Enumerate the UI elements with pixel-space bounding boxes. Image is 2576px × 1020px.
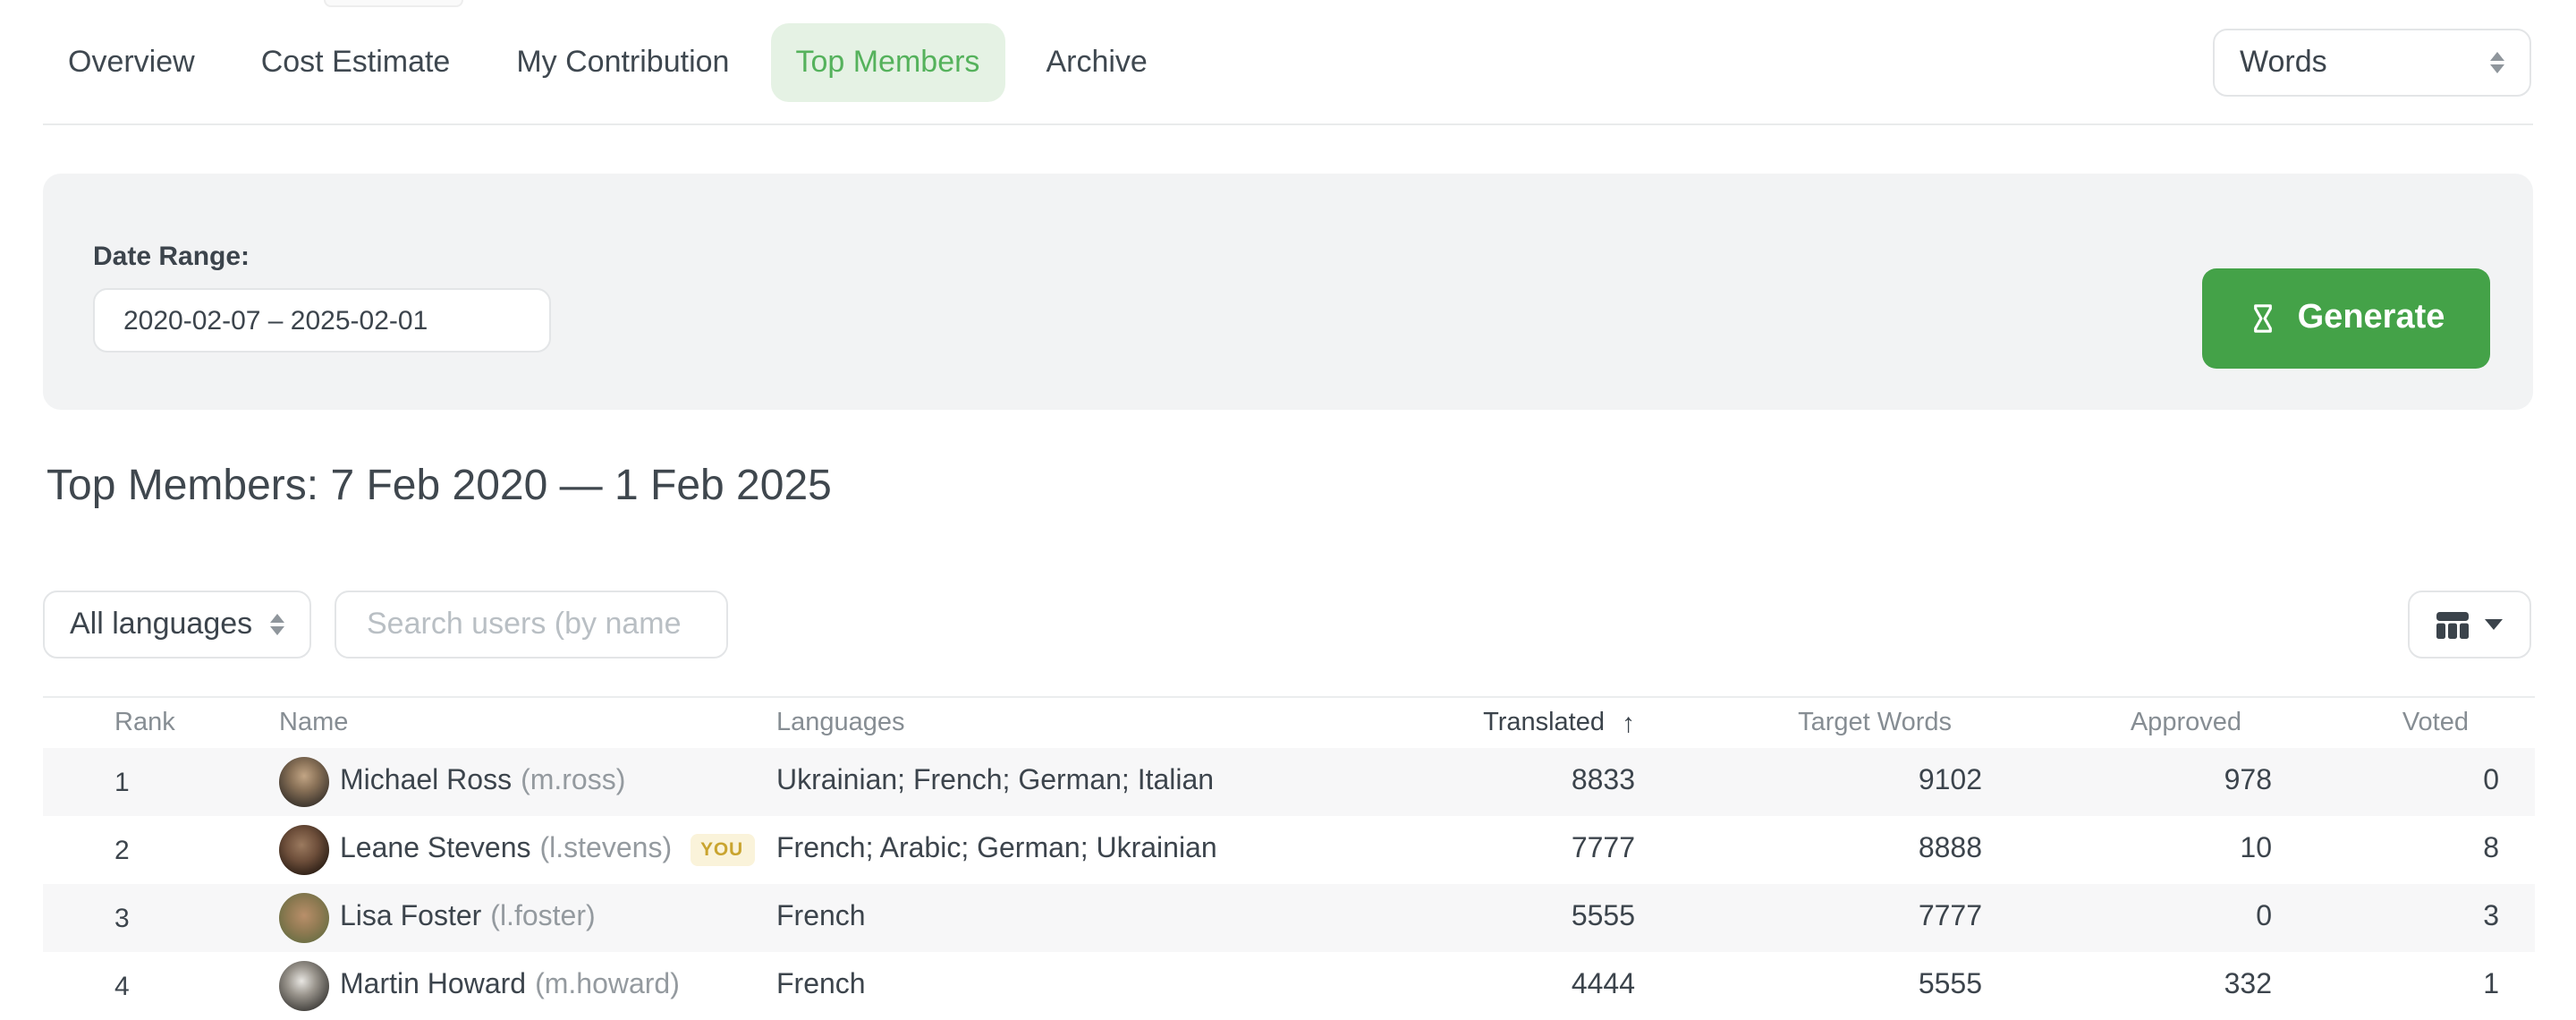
top-members-table: Rank Name Languages Translated ↑ Target … bbox=[43, 696, 2535, 1020]
avatar[interactable] bbox=[279, 757, 329, 807]
table-row: 3 Lisa Foster (l.foster) French 5555 777… bbox=[43, 884, 2535, 952]
voted-cell: 3 bbox=[2272, 902, 2499, 934]
table-row: 4 Martin Howard (m.howard) French 4444 5… bbox=[43, 952, 2535, 1020]
member-username: (l.stevens) bbox=[540, 834, 673, 866]
header-languages: Languages bbox=[776, 709, 1402, 737]
target-words-cell: 5555 bbox=[1635, 970, 1982, 1002]
rank-cell: 3 bbox=[114, 903, 279, 933]
report-tabs: Overview Cost Estimate My Contribution T… bbox=[43, 0, 2533, 125]
voted-cell: 1 bbox=[2272, 970, 2499, 1002]
header-voted-label: Voted bbox=[2402, 709, 2469, 737]
member-name-link[interactable]: Leane Stevens bbox=[340, 834, 531, 866]
page-title: Top Members: 7 Feb 2020 — 1 Feb 2025 bbox=[47, 462, 832, 512]
languages-cell: French bbox=[776, 970, 1402, 1002]
table-row: 2 Leane Stevens (l.stevens) YOU French; … bbox=[43, 816, 2535, 884]
translated-cell: 5555 bbox=[1402, 902, 1635, 934]
report-generation-panel: Date Range: Generate bbox=[43, 174, 2533, 410]
header-voted-sortable[interactable]: Voted bbox=[2272, 709, 2499, 737]
target-words-cell: 7777 bbox=[1635, 902, 1982, 934]
chevron-down-icon bbox=[2485, 619, 2503, 630]
generate-button-label: Generate bbox=[2298, 299, 2445, 338]
language-filter-select[interactable]: All languages bbox=[43, 591, 311, 659]
header-name: Name bbox=[279, 709, 776, 737]
member-username: (m.howard) bbox=[535, 970, 680, 1002]
table-row: 1 Michael Ross (m.ross) Ukrainian; Frenc… bbox=[43, 748, 2535, 816]
tab-cost-estimate[interactable]: Cost Estimate bbox=[236, 22, 476, 101]
table-columns-icon bbox=[2436, 611, 2469, 638]
name-cell: Leane Stevens (l.stevens) YOU bbox=[279, 825, 776, 875]
avatar[interactable] bbox=[279, 961, 329, 1011]
approved-cell: 10 bbox=[1982, 834, 2272, 866]
translated-cell: 4444 bbox=[1402, 970, 1635, 1002]
sort-ascending-arrow-icon: ↑ bbox=[1605, 708, 1635, 738]
approved-cell: 978 bbox=[1982, 766, 2272, 798]
header-approved-sortable[interactable]: Approved bbox=[1982, 709, 2272, 737]
header-target-words-sortable[interactable]: Target Words bbox=[1635, 709, 1982, 737]
table-header-row: Rank Name Languages Translated ↑ Target … bbox=[43, 696, 2535, 748]
hourglass-icon bbox=[2248, 302, 2280, 335]
top-members-report-page: Overview Cost Estimate My Contribution T… bbox=[0, 0, 2576, 1020]
target-words-cell: 9102 bbox=[1635, 766, 1982, 798]
tab-my-contribution[interactable]: My Contribution bbox=[491, 22, 754, 101]
tab-top-members[interactable]: Top Members bbox=[770, 22, 1004, 101]
member-name-link[interactable]: Michael Ross bbox=[340, 766, 512, 798]
search-users-input[interactable] bbox=[335, 591, 728, 659]
you-badge: YOU bbox=[690, 834, 754, 866]
tab-overview[interactable]: Overview bbox=[43, 22, 220, 101]
rank-cell: 2 bbox=[114, 835, 279, 865]
translated-cell: 7777 bbox=[1402, 834, 1635, 866]
member-name-link[interactable]: Lisa Foster bbox=[340, 902, 481, 934]
generate-button[interactable]: Generate bbox=[2202, 268, 2490, 369]
rank-cell: 1 bbox=[114, 767, 279, 797]
rank-cell: 4 bbox=[114, 971, 279, 1001]
select-arrows-icon bbox=[2490, 52, 2504, 73]
header-target-words-label: Target Words bbox=[1798, 709, 1952, 737]
voted-cell: 8 bbox=[2272, 834, 2499, 866]
header-approved-label: Approved bbox=[2131, 709, 2241, 737]
languages-cell: French bbox=[776, 902, 1402, 934]
approved-cell: 332 bbox=[1982, 970, 2272, 1002]
columns-settings-button[interactable] bbox=[2408, 591, 2531, 659]
member-username: (l.foster) bbox=[490, 902, 595, 934]
language-filter-value: All languages bbox=[70, 607, 252, 642]
translated-cell: 8833 bbox=[1402, 766, 1635, 798]
approved-cell: 0 bbox=[1982, 902, 2272, 934]
header-translated-label: Translated bbox=[1483, 709, 1605, 737]
header-translated-sortable[interactable]: Translated ↑ bbox=[1402, 708, 1635, 738]
member-name-link[interactable]: Martin Howard bbox=[340, 970, 526, 1002]
languages-cell: French; Arabic; German; Ukrainian bbox=[776, 834, 1402, 866]
name-cell: Lisa Foster (l.foster) bbox=[279, 893, 776, 943]
avatar[interactable] bbox=[279, 825, 329, 875]
voted-cell: 0 bbox=[2272, 766, 2499, 798]
date-range-label: Date Range: bbox=[93, 242, 250, 272]
target-words-cell: 8888 bbox=[1635, 834, 1982, 866]
header-rank: Rank bbox=[114, 709, 279, 737]
languages-cell: Ukrainian; French; German; Italian bbox=[776, 766, 1402, 798]
name-cell: Martin Howard (m.howard) bbox=[279, 961, 776, 1011]
select-arrows-icon bbox=[270, 614, 284, 635]
unit-select-value: Words bbox=[2240, 45, 2327, 81]
avatar[interactable] bbox=[279, 893, 329, 943]
tab-archive[interactable]: Archive bbox=[1021, 22, 1172, 101]
name-cell: Michael Ross (m.ross) bbox=[279, 757, 776, 807]
unit-select[interactable]: Words bbox=[2213, 29, 2531, 97]
date-range-input[interactable] bbox=[93, 288, 551, 353]
member-username: (m.ross) bbox=[521, 766, 625, 798]
